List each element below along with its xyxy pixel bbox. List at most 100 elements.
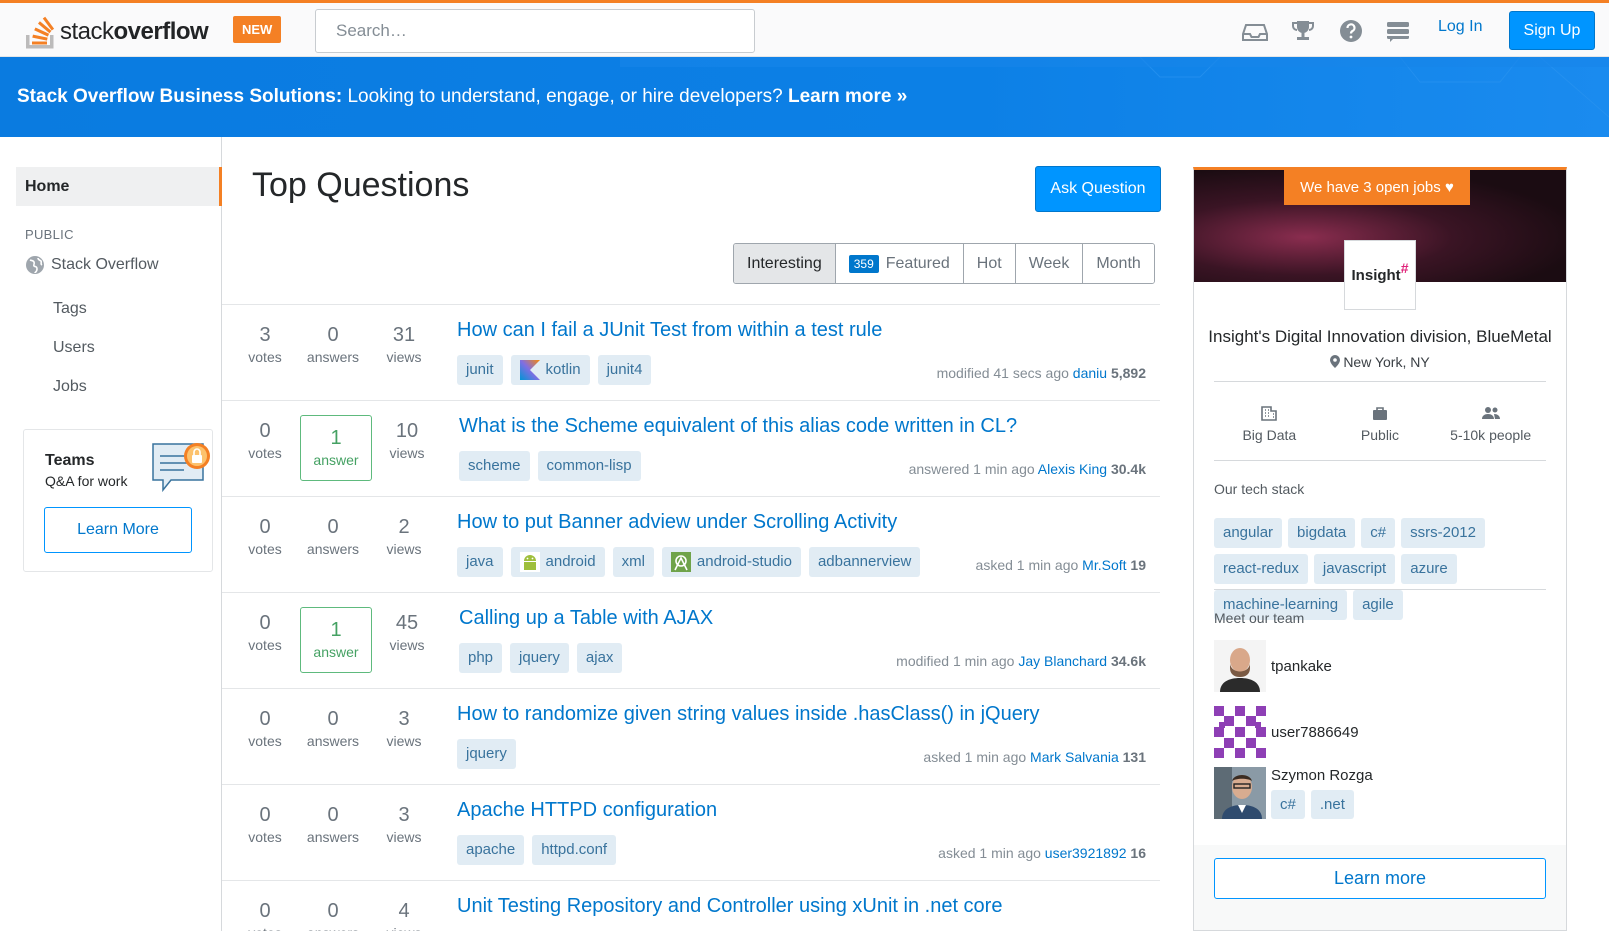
- tag[interactable]: kotlin: [510, 355, 590, 385]
- user-link[interactable]: Jay Blanchard: [1018, 653, 1107, 669]
- teams-title: Teams: [45, 452, 95, 469]
- question-action-time[interactable]: modified 1 min ago: [896, 653, 1014, 669]
- votes-count: 0: [259, 516, 271, 538]
- question-action-time[interactable]: answered 1 min ago: [909, 461, 1035, 477]
- question-title-link[interactable]: How to put Banner adview under Scrolling…: [457, 511, 897, 534]
- question-meta: modified 41 secs ago daniu 5,892: [937, 365, 1146, 381]
- tab-interesting[interactable]: Interesting: [734, 244, 835, 283]
- site-switcher-icon[interactable]: [1385, 18, 1411, 44]
- teams-learn-more-button[interactable]: Learn More: [44, 507, 192, 553]
- company-name[interactable]: Insight's Digital Innovation division, B…: [1194, 327, 1566, 347]
- tag[interactable]: xml: [612, 547, 654, 577]
- answers-count: 0: [327, 708, 339, 730]
- tab-month[interactable]: Month: [1082, 244, 1154, 283]
- question-action-time[interactable]: modified 41 secs ago: [937, 365, 1069, 381]
- tag[interactable]: junit: [457, 355, 503, 385]
- business-banner[interactable]: Stack Overflow Business Solutions: Looki…: [0, 57, 1609, 137]
- team-member[interactable]: tpankake: [1214, 640, 1332, 692]
- sidebar-item-jobs[interactable]: Jobs: [53, 378, 87, 396]
- tab-label: Month: [1096, 255, 1141, 272]
- banner-learn-more-link[interactable]: Learn more »: [788, 86, 907, 107]
- user-link[interactable]: Mr.Soft: [1082, 557, 1126, 573]
- question-title-link[interactable]: How can I fail a JUnit Test from within …: [457, 319, 882, 342]
- tag[interactable]: jquery: [510, 643, 569, 673]
- question-title-link[interactable]: What is the Scheme equivalent of this al…: [459, 415, 1017, 438]
- tag[interactable]: agile: [1353, 590, 1403, 620]
- help-icon[interactable]: [1338, 18, 1364, 44]
- team-member[interactable]: user7886649: [1214, 706, 1359, 758]
- tag[interactable]: jquery: [457, 739, 516, 769]
- question-meta: asked 1 min ago Mr.Soft 19: [976, 557, 1146, 573]
- tag[interactable]: azure: [1401, 554, 1457, 584]
- tag-label: jquery: [466, 745, 507, 762]
- trophy-icon[interactable]: [1290, 18, 1316, 44]
- user-link[interactable]: user3921892: [1045, 845, 1127, 861]
- tag[interactable]: scheme: [459, 451, 530, 481]
- location-pin-icon: [1330, 355, 1341, 368]
- tag[interactable]: httpd.conf: [532, 835, 617, 865]
- sidebar-item-home[interactable]: Home: [16, 167, 222, 206]
- views-count: 4: [398, 900, 410, 922]
- tag-label: java: [466, 553, 494, 570]
- tag[interactable]: bigdata: [1288, 518, 1356, 548]
- company-logo[interactable]: Insight #: [1344, 240, 1416, 310]
- tag[interactable]: c#: [1361, 518, 1396, 548]
- question-title-link[interactable]: Calling up a Table with AJAX: [459, 607, 713, 630]
- question-action-time[interactable]: asked 1 min ago: [923, 749, 1026, 765]
- tag[interactable]: .net: [1310, 790, 1354, 819]
- tag[interactable]: android: [510, 547, 605, 577]
- tab-week[interactable]: Week: [1014, 244, 1083, 283]
- login-link[interactable]: Log In: [1438, 18, 1482, 36]
- fact-type: Public: [1325, 405, 1435, 443]
- team-member-name: tpankake: [1271, 657, 1332, 675]
- tag[interactable]: adbannerview: [808, 547, 921, 577]
- votes-count: 3: [259, 324, 271, 346]
- tab-featured[interactable]: 359 Featured: [834, 244, 963, 283]
- tag[interactable]: react-redux: [1214, 554, 1308, 584]
- user-link[interactable]: Alexis King: [1038, 461, 1107, 477]
- avatar: [1214, 640, 1266, 692]
- question-action-time[interactable]: asked 1 min ago: [976, 557, 1079, 573]
- user-link[interactable]: Mark Salvania: [1030, 749, 1119, 765]
- question-meta: modified 1 min ago Jay Blanchard 34.6k: [896, 653, 1146, 669]
- sidebar-item-users[interactable]: Users: [53, 339, 95, 357]
- inbox-icon[interactable]: [1242, 18, 1268, 44]
- tag[interactable]: java: [457, 547, 503, 577]
- question-title-link[interactable]: Apache HTTPD configuration: [457, 799, 717, 822]
- stackoverflow-logo[interactable]: stackoverflow: [24, 9, 209, 49]
- tag[interactable]: ssrs-2012: [1401, 518, 1485, 548]
- signup-button[interactable]: Sign Up: [1509, 11, 1595, 50]
- user-link[interactable]: daniu: [1073, 365, 1107, 381]
- tag[interactable]: angular: [1214, 518, 1283, 548]
- sidebar-item-tags[interactable]: Tags: [53, 300, 87, 318]
- tag[interactable]: common-lisp: [537, 451, 641, 481]
- tag[interactable]: javascript: [1313, 554, 1396, 584]
- tag-label: httpd.conf: [541, 841, 608, 858]
- tab-label: Hot: [976, 255, 1002, 272]
- new-badge[interactable]: NEW: [233, 16, 282, 43]
- tag-label: adbannerview: [817, 553, 912, 570]
- team-member[interactable]: Szymon Rozga c# .net: [1214, 767, 1373, 819]
- open-jobs-button[interactable]: We have 3 open jobs ♥: [1284, 170, 1470, 205]
- tab-hot[interactable]: Hot: [962, 244, 1015, 283]
- answers-count: 0: [327, 804, 339, 826]
- company-facts: Big Data Public 5-10k people: [1214, 405, 1546, 443]
- location-text: New York, NY: [1343, 354, 1430, 370]
- tag[interactable]: junit4: [597, 355, 652, 385]
- tag[interactable]: apache: [457, 835, 525, 865]
- banner-text: Stack Overflow Business Solutions: Looki…: [17, 86, 907, 108]
- tag[interactable]: c#: [1271, 790, 1305, 819]
- company-learn-more-button[interactable]: Learn more: [1214, 858, 1546, 899]
- ask-question-button[interactable]: Ask Question: [1035, 166, 1161, 212]
- question-action-time[interactable]: asked 1 min ago: [938, 845, 1041, 861]
- question-title-link[interactable]: Unit Testing Repository and Controller u…: [457, 895, 1002, 918]
- tag[interactable]: android-studio: [661, 547, 801, 577]
- question-title-link[interactable]: How to randomize given string values ins…: [457, 703, 1039, 726]
- views-stat: 4views: [374, 899, 434, 931]
- sidebar-item-stackoverflow[interactable]: Stack Overflow: [25, 255, 159, 275]
- votes-stat: 3 votes: [235, 323, 295, 367]
- tag[interactable]: ajax: [576, 643, 623, 673]
- search-input[interactable]: [315, 9, 755, 53]
- tag[interactable]: php: [459, 643, 503, 673]
- tag-label: php: [468, 649, 494, 666]
